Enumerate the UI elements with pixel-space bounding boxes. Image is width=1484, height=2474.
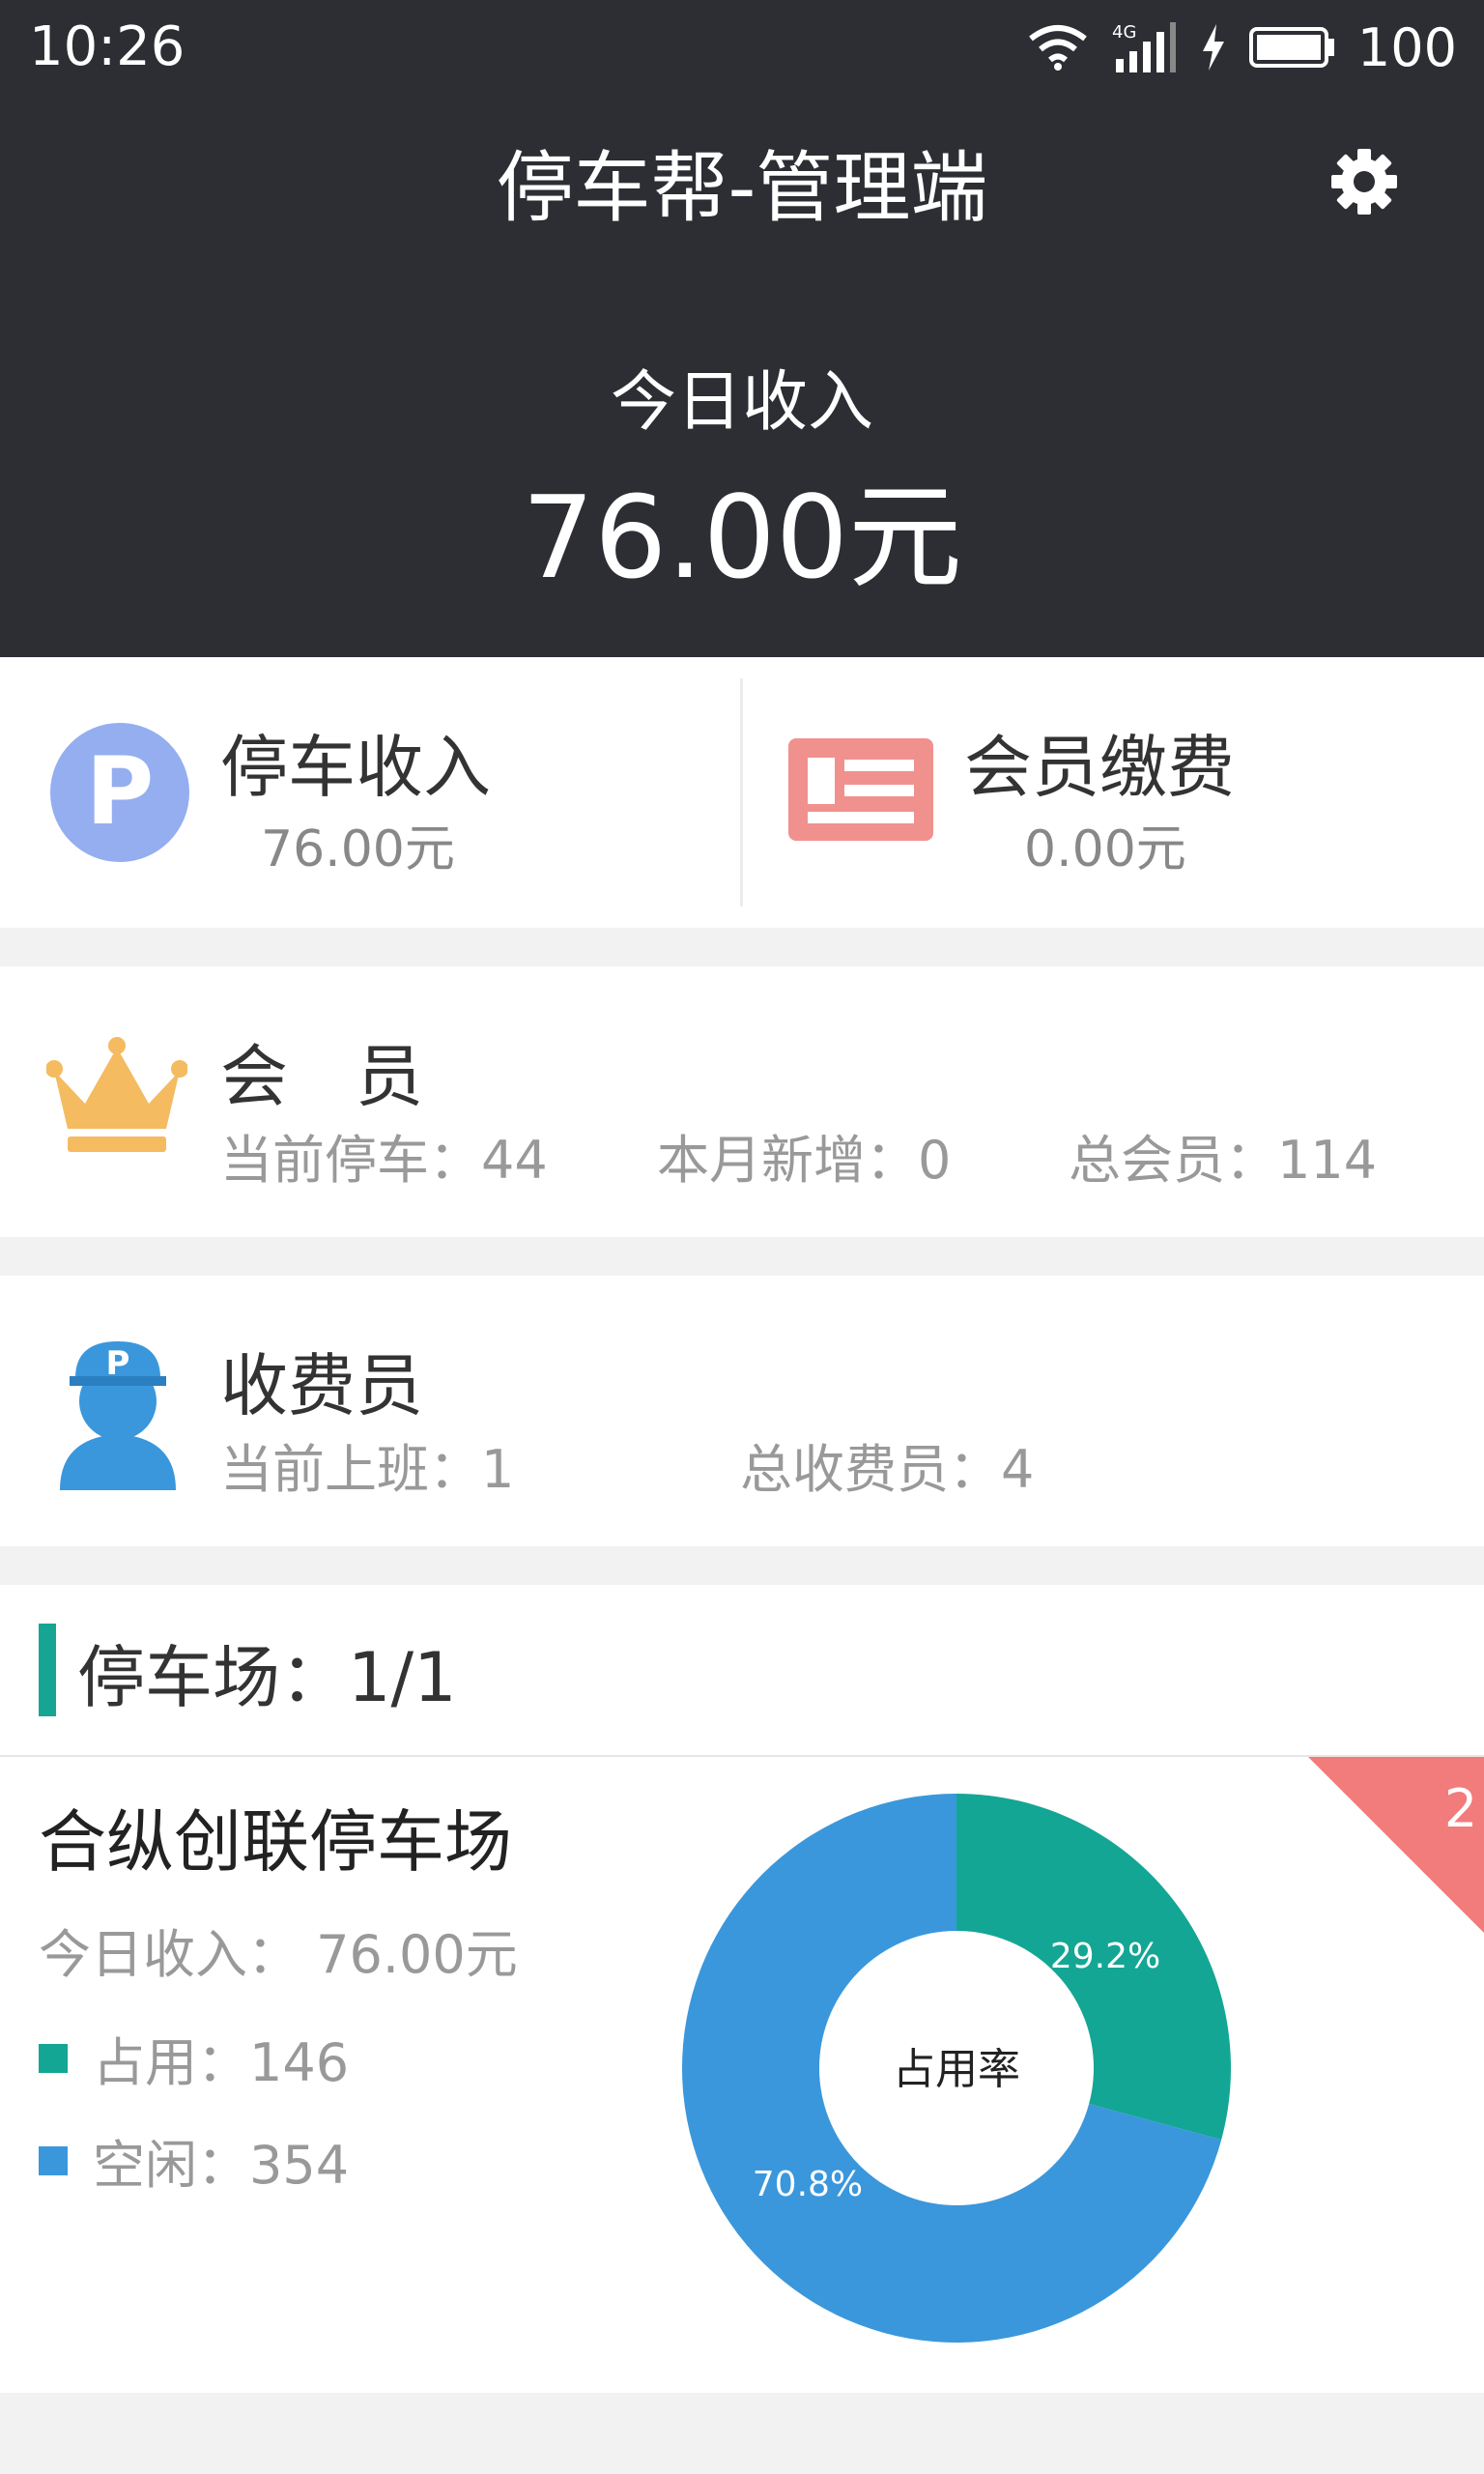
current-parking-stat: 当前停车：44 bbox=[220, 1130, 548, 1191]
member-fee-value: 0.00元 bbox=[1024, 820, 1186, 878]
battery-icon bbox=[1248, 27, 1334, 68]
donut-slice-label-0: 29.2% bbox=[1050, 1937, 1160, 1976]
legend-occupied: 占用：146 bbox=[39, 2020, 349, 2096]
status-bar-icons: 4G 100 bbox=[1027, 14, 1457, 81]
legend-occupied-label: 占用：146 bbox=[93, 2032, 350, 2093]
legend-free: 空闲：354 bbox=[39, 2122, 349, 2199]
parking-income-value: 76.00元 bbox=[261, 820, 455, 878]
wifi-icon bbox=[1029, 25, 1087, 71]
donut-slice-label-1: 70.8% bbox=[753, 2165, 863, 2204]
member-card[interactable]: 会 员 当前停车：44 本月新增：0 总会员：114 bbox=[0, 966, 1484, 1237]
network-type: 4G bbox=[1112, 22, 1136, 43]
legend-swatch-free bbox=[39, 2145, 68, 2175]
collector-title: 收费员 bbox=[220, 1346, 423, 1425]
lot-name[interactable]: 合纵创联停车场 bbox=[39, 1788, 512, 1885]
lot-income: 今日收入： 76.00元 bbox=[39, 1924, 518, 1985]
donut-center-label: 占用率 bbox=[893, 2045, 1020, 2094]
signal-icon: 4G bbox=[1112, 22, 1176, 72]
svg-text:P: P bbox=[86, 737, 154, 846]
today-income-label: 今日收入 bbox=[610, 364, 873, 441]
parking-lot-count: 停车场：1/1 bbox=[77, 1638, 457, 1717]
legend-swatch-occupied bbox=[39, 2043, 68, 2073]
income-summary-card: P 停车收入 76.00元 会员缴费 0.00元 bbox=[0, 657, 1484, 928]
toll-collector-icon: P bbox=[60, 1341, 176, 1490]
app-header: 10:26 4G 100 停车帮-管理端 今日收入 76.00元 bbox=[0, 0, 1484, 657]
crown-icon bbox=[46, 1037, 187, 1152]
divider bbox=[0, 1755, 1484, 1757]
gear-icon[interactable] bbox=[1327, 145, 1401, 218]
collector-card[interactable]: P 收费员 当前上班：1 总收费员：4 bbox=[0, 1276, 1484, 1546]
total-members-stat: 总会员：114 bbox=[1069, 1130, 1378, 1191]
member-fee-cell[interactable]: 会员缴费 0.00元 bbox=[744, 657, 1484, 928]
lot-count-badge: 2 bbox=[1308, 1757, 1484, 1933]
on-duty-stat: 当前上班：1 bbox=[220, 1439, 515, 1500]
total-collectors-stat: 总收费员：4 bbox=[740, 1439, 1035, 1500]
charging-icon bbox=[1202, 24, 1224, 71]
member-title: 会 员 bbox=[220, 1037, 423, 1116]
badge-count: 2 bbox=[1444, 1778, 1477, 1839]
parking-lot-card: 停车场：1/1 合纵创联停车场 今日收入： 76.00元 占用：146 空闲：3… bbox=[0, 1585, 1484, 2393]
occupancy-donut-chart[interactable]: 29.2% 70.8% 占用率 bbox=[676, 1788, 1237, 2348]
status-time: 10:26 bbox=[29, 15, 186, 78]
battery-level: 100 bbox=[1356, 16, 1457, 78]
member-fee-title: 会员缴费 bbox=[964, 728, 1235, 807]
divider bbox=[740, 678, 743, 906]
parking-income-cell[interactable]: P 停车收入 76.00元 bbox=[0, 657, 740, 928]
svg-text:P: P bbox=[106, 1344, 130, 1383]
parking-income-title: 停车收入 bbox=[220, 728, 491, 807]
today-income-value: 76.00元 bbox=[522, 471, 962, 604]
parking-p-icon: P bbox=[50, 723, 189, 862]
new-members-stat: 本月新增：0 bbox=[657, 1130, 952, 1191]
legend-free-label: 空闲：354 bbox=[93, 2135, 350, 2196]
card-icon bbox=[788, 738, 933, 841]
app-title: 停车帮-管理端 bbox=[496, 143, 988, 233]
section-accent-bar bbox=[39, 1624, 56, 1716]
